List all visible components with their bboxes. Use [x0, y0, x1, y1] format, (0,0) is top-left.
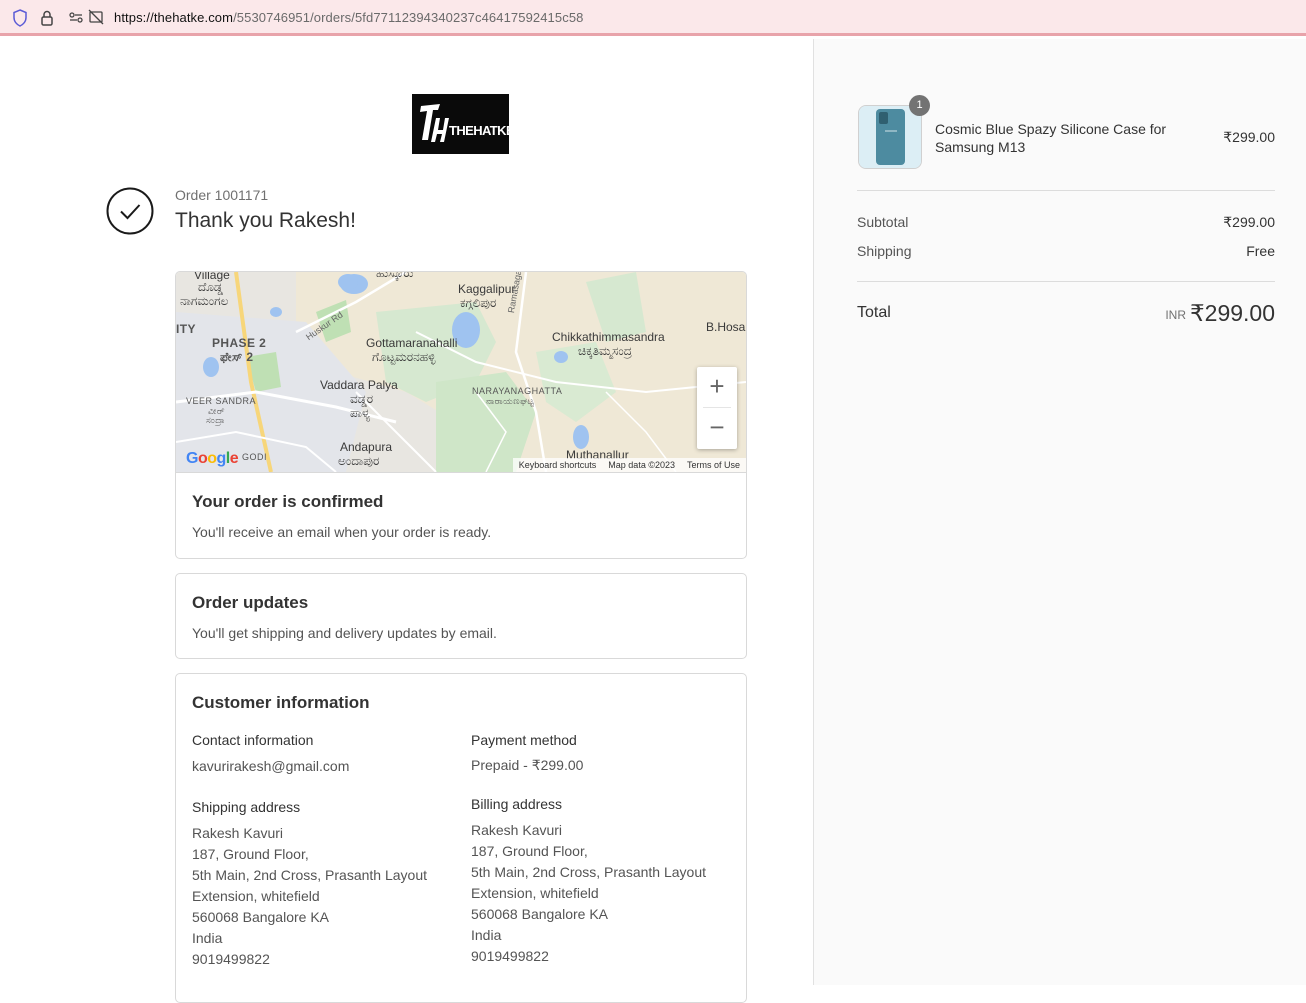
- subtotal-value: ₹299.00: [1223, 214, 1275, 230]
- order-confirmed-text: You'll receive an email when your order …: [192, 524, 492, 540]
- product-thumbnail: [858, 105, 922, 169]
- map-footer: Keyboard shortcuts Map data ©2023 Terms …: [512, 458, 746, 472]
- map-label: GODI: [242, 452, 268, 462]
- divider: [857, 190, 1275, 191]
- map-label: NARAYANAGHATTA: [472, 386, 563, 396]
- terms-of-use-link[interactable]: Terms of Use: [687, 458, 740, 472]
- address-line: 560068 Bangalore KA: [471, 906, 608, 922]
- map-label: ITY: [176, 322, 196, 336]
- url-host: https://thehatke.com: [114, 10, 234, 25]
- subtotal-label: Subtotal: [857, 214, 909, 230]
- order-updates-card: Order updates You'll get shipping and de…: [175, 573, 747, 659]
- phone-case-image: [859, 106, 921, 168]
- address-line: 187, Ground Floor,: [192, 846, 309, 862]
- currency-code: INR: [1165, 308, 1186, 322]
- product-name: Cosmic Blue Spazy Silicone Case for Sams…: [935, 121, 1167, 155]
- address-line: 560068 Bangalore KA: [192, 909, 329, 925]
- address-line: Rakesh Kavuri: [471, 822, 563, 838]
- map-label: ಸಂದ್ರಾ: [206, 415, 226, 425]
- address-line: 9019499822: [192, 951, 270, 967]
- address-line: Rakesh Kavuri: [192, 825, 284, 841]
- permissions-icon[interactable]: [68, 9, 84, 25]
- shipping-address: Rakesh Kavuri 187, Ground Floor, 5th Mai…: [192, 823, 427, 970]
- map-label: ಗೊಟ್ಟಮರನಹಳ್ಳಿ: [372, 350, 436, 364]
- google-logo[interactable]: Google: [186, 450, 239, 468]
- map-label: Kaggalipur: [458, 282, 516, 296]
- address-line: 187, Ground Floor,: [471, 843, 588, 859]
- map-label: B.Hosa: [706, 320, 746, 334]
- map-label: ದೊಡ್ಡ: [198, 280, 223, 294]
- map-label: Gottamaranahalli: [366, 336, 458, 350]
- browser-url-bar[interactable]: https://thehatke.com/5530746951/orders/5…: [0, 0, 1306, 36]
- logo-monogram: [420, 104, 449, 142]
- map-label: ಹುಸ್ಕೂರು: [376, 272, 414, 280]
- blocked-media-icon[interactable]: [88, 9, 104, 25]
- payment-method-label: Payment method: [471, 732, 577, 748]
- lock-icon[interactable]: [40, 9, 54, 27]
- total-value: ₹299.00: [1190, 300, 1275, 326]
- map-label: ಕಗ್ಗಲಿಪುರ: [460, 296, 497, 310]
- map-label: ಪಾಳ್ಯ: [350, 406, 371, 420]
- product-price: ₹299.00: [1223, 129, 1275, 145]
- map-label: ವಡ್ಡರ: [350, 392, 374, 406]
- map-label: ಅಂದಾಪುರ: [338, 454, 380, 468]
- customer-info-title: Customer information: [192, 693, 370, 712]
- address-line: India: [471, 927, 502, 943]
- contact-info-label: Contact information: [192, 732, 314, 748]
- delivery-map[interactable]: Village ದೊಡ್ಡ ನಾಗಮಂಗಲ ಹುಸ್ಕೂರು Kaggalipu…: [176, 272, 746, 473]
- map-label: PHASE 2: [212, 336, 267, 350]
- order-number: Order 1001171: [175, 187, 269, 203]
- order-summary-panel: 1 Cosmic Blue Spazy Silicone Case for Sa…: [813, 39, 1306, 985]
- shipping-address-label: Shipping address: [192, 799, 301, 815]
- order-updates-title: Order updates: [192, 593, 309, 612]
- divider: [857, 281, 1275, 282]
- map-label: Chikkathimmasandra: [552, 330, 665, 344]
- billing-address: Rakesh Kavuri 187, Ground Floor, 5th Mai…: [471, 820, 706, 967]
- store-logo[interactable]: THEHATKE: [412, 94, 515, 154]
- map-data-text: Map data ©2023: [608, 460, 675, 470]
- logo-text: THEHATKE: [449, 123, 515, 138]
- zoom-out-button[interactable]: −: [697, 408, 737, 448]
- address-line: Extension, whitefield: [471, 885, 599, 901]
- map-label: ಫೇಸ್ 2: [220, 350, 254, 364]
- address-line: India: [192, 930, 223, 946]
- quantity-badge: 1: [909, 95, 930, 116]
- shield-icon[interactable]: [12, 9, 28, 27]
- shipping-label: Shipping: [857, 243, 912, 259]
- url-path: /5530746951/orders/5fd77112394340237c464…: [233, 10, 584, 25]
- map-label: Andapura: [340, 440, 393, 454]
- map-label: Vaddara Palya: [320, 378, 398, 392]
- map-label: ನಾಗಮಂಗಲ: [180, 294, 229, 308]
- order-updates-text: You'll get shipping and delivery updates…: [192, 625, 497, 641]
- address-line: 5th Main, 2nd Cross, Prasanth Layout: [471, 864, 707, 880]
- address-line: Extension, whitefield: [192, 888, 320, 904]
- order-confirmed-card: Village ದೊಡ್ಡ ನಾಗಮಂಗಲ ಹುಸ್ಕೂರು Kaggalipu…: [175, 271, 747, 559]
- map-zoom-control: + −: [697, 367, 737, 449]
- order-confirmed-title: Your order is confirmed: [192, 492, 384, 511]
- shipping-value: Free: [1246, 243, 1275, 259]
- keyboard-shortcuts-link[interactable]: Keyboard shortcuts: [519, 458, 597, 472]
- billing-address-label: Billing address: [471, 796, 563, 812]
- total-label: Total: [857, 304, 891, 321]
- map-label: VEER SANDRA: [186, 396, 257, 406]
- contact-email: kavurirakesh@gmail.com: [192, 758, 350, 774]
- url-text[interactable]: https://thehatke.com/5530746951/orders/5…: [114, 10, 583, 25]
- thank-you-heading: Thank you Rakesh!: [175, 209, 356, 232]
- address-line: 5th Main, 2nd Cross, Prasanth Layout: [192, 867, 428, 883]
- customer-information-card: Customer information Contact information…: [175, 673, 747, 1003]
- payment-method-value: Prepaid - ₹299.00: [471, 757, 584, 773]
- address-line: 9019499822: [471, 948, 549, 964]
- map-label: ನಾರಾಯಣಘಟ್ಟ: [486, 396, 535, 406]
- map-label: ಚಿಕ್ಕತಿಮ್ಮಸಂದ್ರ: [578, 344, 632, 358]
- checkmark-circle-icon: [106, 187, 154, 235]
- zoom-in-button[interactable]: +: [697, 367, 737, 407]
